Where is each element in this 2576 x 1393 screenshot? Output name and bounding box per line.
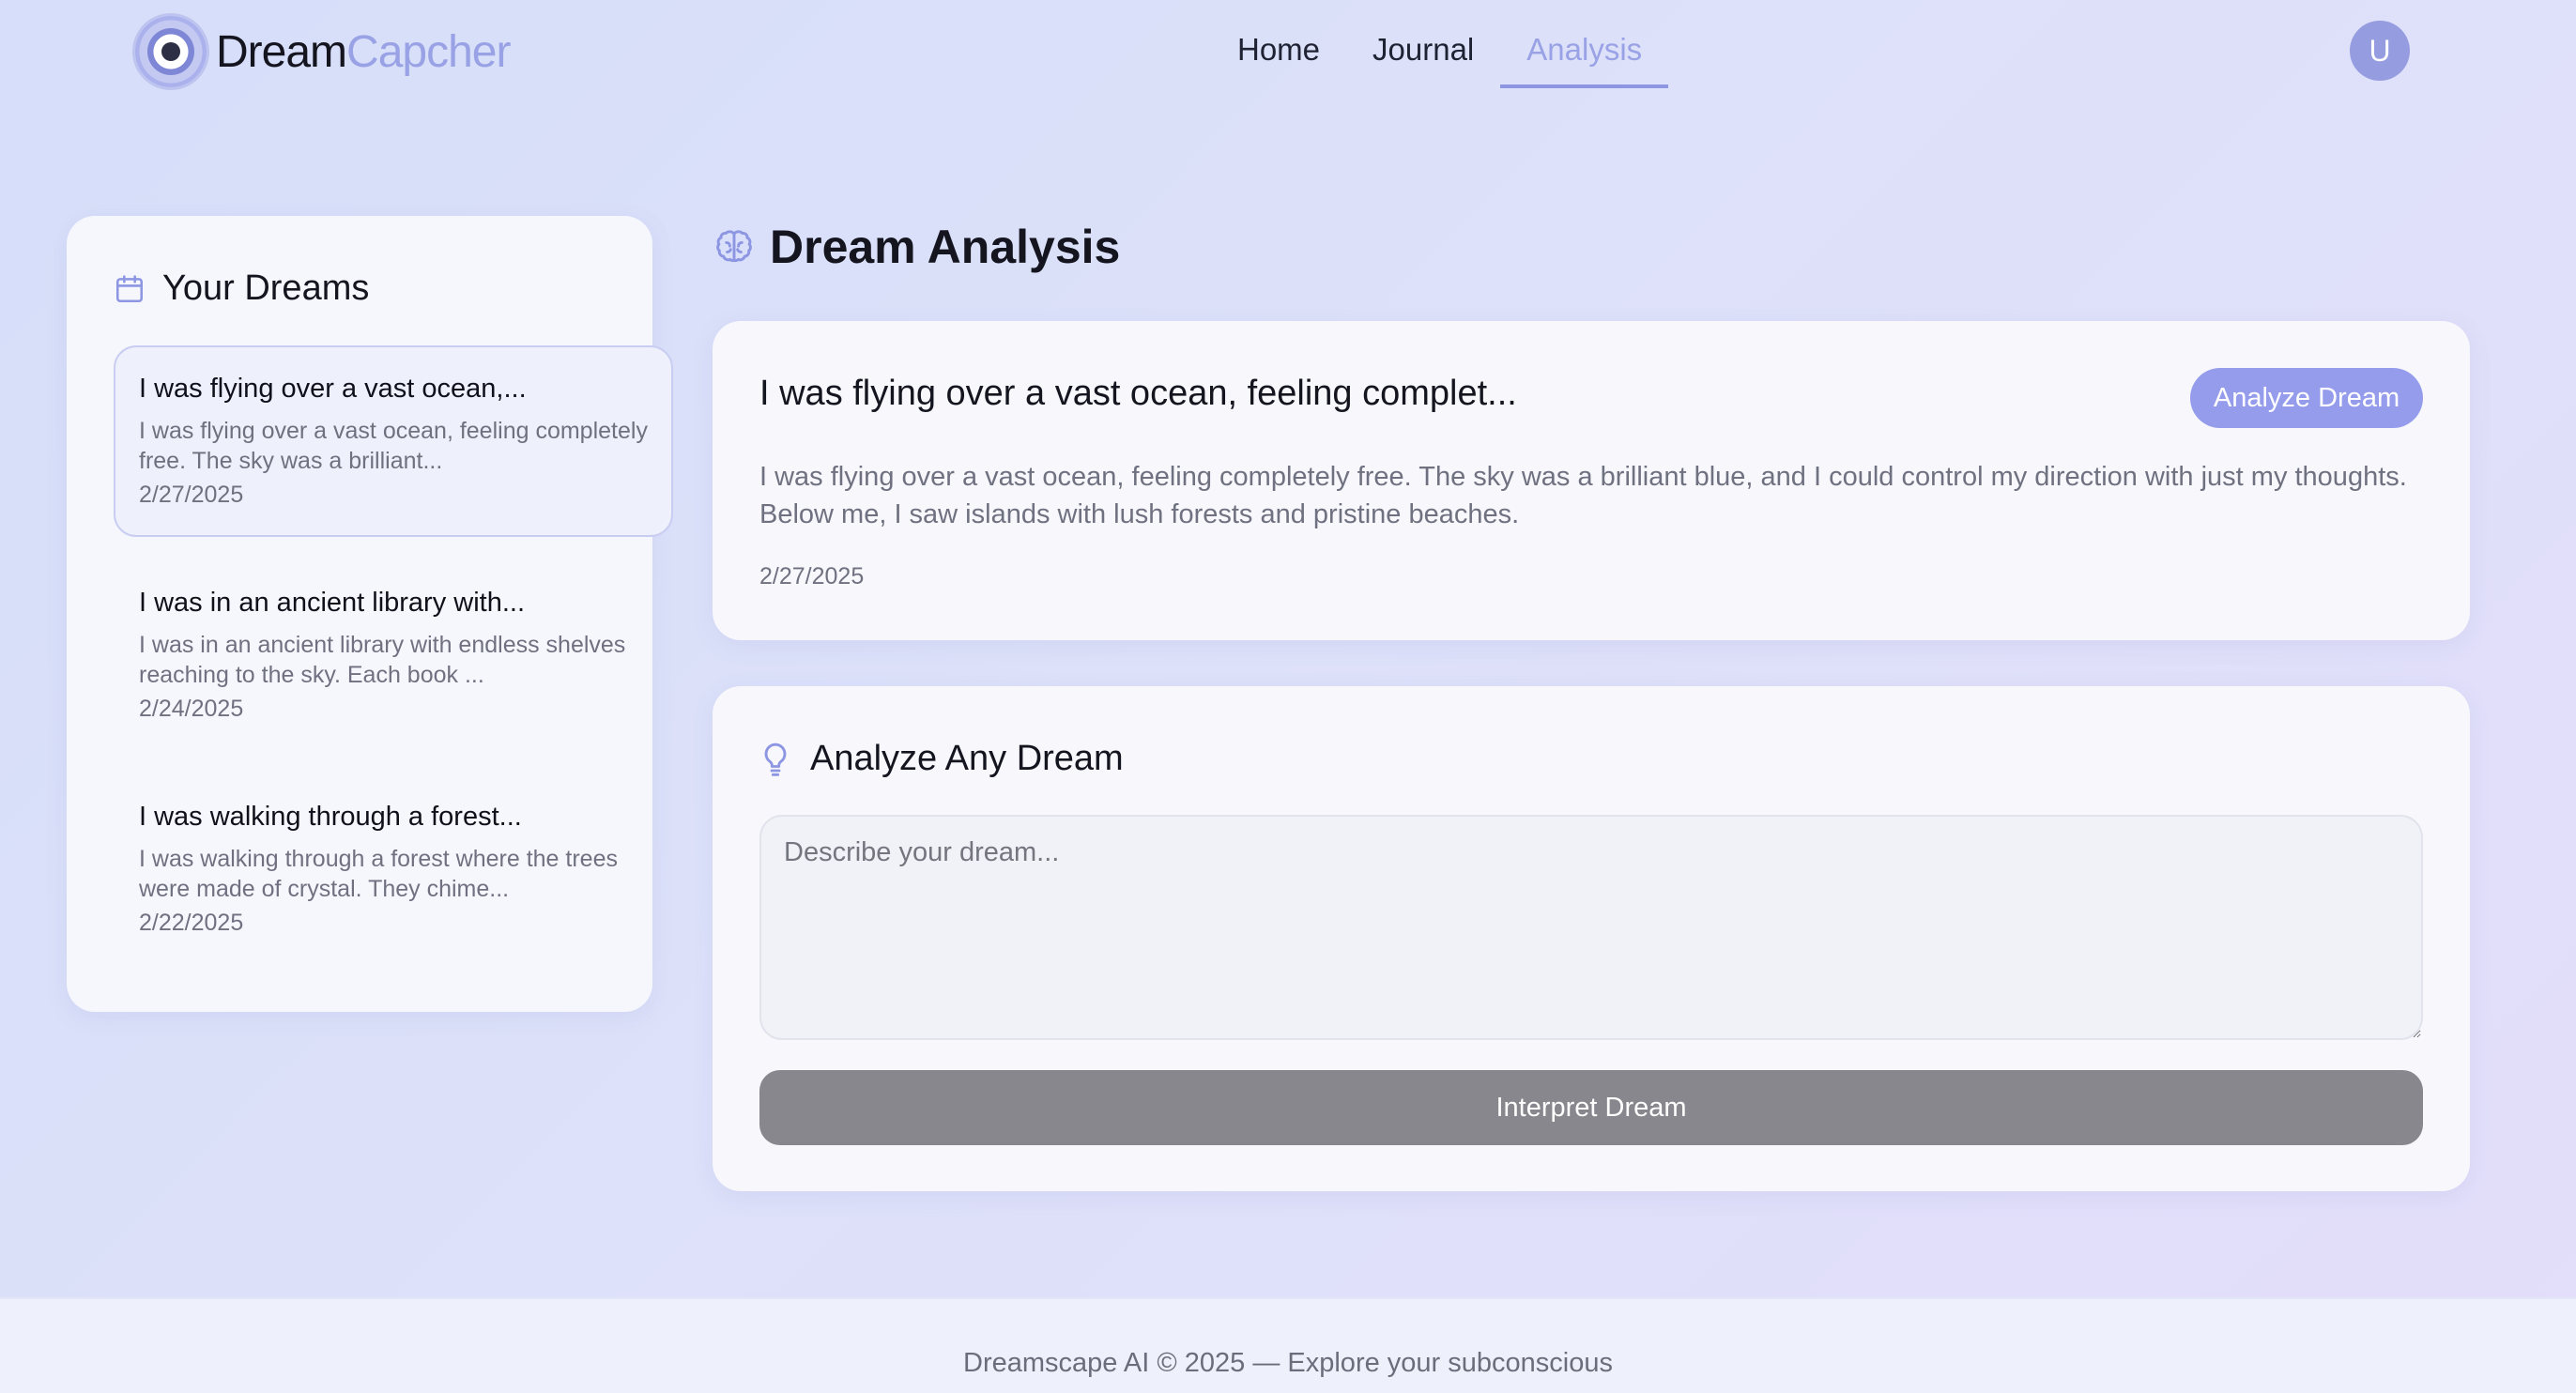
dream-item-snippet: I was walking through a forest where the… bbox=[139, 846, 618, 902]
main-nav: Home Journal Analysis bbox=[1211, 26, 1669, 88]
selected-dream-text: I was flying over a vast ocean, feeling … bbox=[759, 462, 2407, 529]
dream-list-item[interactable]: I was in an ancient library with... I wa… bbox=[114, 559, 673, 751]
sidebar-title: Your Dreams bbox=[162, 268, 370, 308]
nav-item-analysis[interactable]: Analysis bbox=[1500, 26, 1669, 88]
user-avatar[interactable]: U bbox=[2350, 21, 2410, 81]
page-title: Dream Analysis bbox=[770, 221, 1121, 273]
dream-item-date: 2/24/2025 bbox=[139, 696, 244, 722]
sidebar-header: Your Dreams bbox=[114, 268, 369, 309]
nav-item-home[interactable]: Home bbox=[1211, 26, 1346, 88]
selected-dream-card: I was flying over a vast ocean, feeling … bbox=[713, 321, 2470, 640]
selected-dream-date: 2/27/2025 bbox=[759, 563, 865, 589]
analyze-any-title: Analyze Any Dream bbox=[810, 739, 1124, 778]
page-footer: Dreamscape AI © 2025 — Explore your subc… bbox=[0, 1297, 2576, 1393]
dream-item-snippet: I was in an ancient library with endless… bbox=[139, 632, 626, 688]
selected-dream-title: I was flying over a vast ocean, feeling … bbox=[759, 374, 1517, 413]
lightbulb-icon bbox=[764, 742, 787, 776]
footer-text: Dreamscape AI © 2025 — Explore your subc… bbox=[963, 1348, 1613, 1378]
dream-item-date: 2/22/2025 bbox=[139, 910, 244, 936]
dream-item-date: 2/27/2025 bbox=[139, 482, 244, 508]
brand-name: DreamCapcher bbox=[216, 26, 511, 78]
logo[interactable]: DreamCapcher bbox=[135, 15, 511, 88]
calendar-icon bbox=[115, 274, 144, 302]
dream-item-title: I was flying over a vast ocean,... bbox=[139, 374, 527, 404]
brand-name-part2: Capcher bbox=[346, 26, 511, 77]
nav-item-journal[interactable]: Journal bbox=[1346, 26, 1500, 88]
analyze-any-dream-card: Analyze Any Dream Interpret Dream bbox=[713, 686, 2470, 1191]
brain-icon bbox=[716, 230, 752, 263]
top-header: DreamCapcher Home Journal Analysis U bbox=[0, 0, 2576, 103]
dream-item-title: I was in an ancient library with... bbox=[139, 588, 526, 618]
dream-list: I was flying over a vast ocean,... I was… bbox=[114, 345, 673, 987]
page-heading: Dream Analysis bbox=[713, 220, 1120, 274]
dream-description-input[interactable] bbox=[759, 815, 2423, 1040]
dream-item-title: I was walking through a forest... bbox=[139, 802, 522, 832]
brand-name-part1: Dream bbox=[216, 26, 347, 77]
dream-item-snippet: I was flying over a vast ocean, feeling … bbox=[139, 418, 648, 474]
eye-logo-icon bbox=[135, 16, 207, 87]
interpret-dream-button[interactable]: Interpret Dream bbox=[759, 1070, 2423, 1145]
analyze-dream-button[interactable]: Analyze Dream bbox=[2190, 368, 2423, 428]
dream-list-item[interactable]: I was flying over a vast ocean,... I was… bbox=[114, 345, 673, 537]
dream-list-item[interactable]: I was walking through a forest... I was … bbox=[114, 773, 673, 965]
dreams-sidebar: Your Dreams I was flying over a vast oce… bbox=[67, 216, 673, 1012]
analyze-any-header: Analyze Any Dream bbox=[761, 739, 1124, 779]
